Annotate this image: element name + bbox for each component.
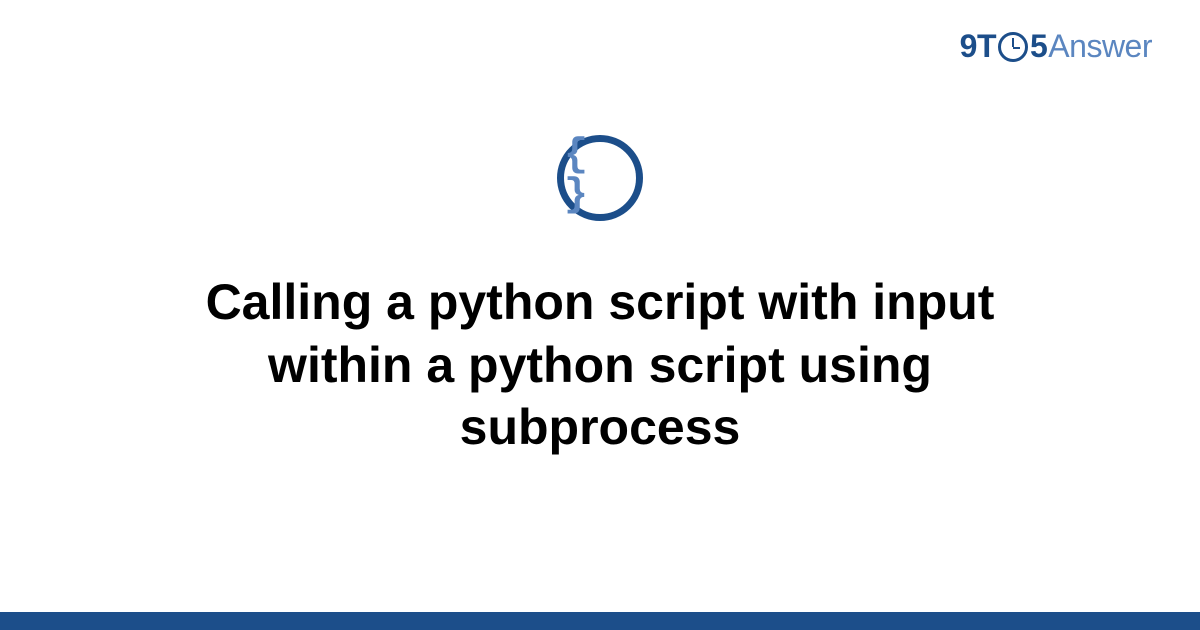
braces-icon: { }: [564, 136, 636, 216]
footer-bar: [0, 612, 1200, 630]
site-logo: 9T 5 Answer: [960, 28, 1152, 65]
clock-icon: [998, 32, 1028, 62]
logo-text-5: 5: [1030, 28, 1047, 65]
category-icon-ring: { }: [557, 135, 643, 221]
logo-text-9t: 9T: [960, 28, 996, 65]
main-content: { } Calling a python script with input w…: [0, 135, 1200, 459]
logo-text-answer: Answer: [1048, 28, 1152, 65]
page-title: Calling a python script with input withi…: [110, 271, 1090, 459]
